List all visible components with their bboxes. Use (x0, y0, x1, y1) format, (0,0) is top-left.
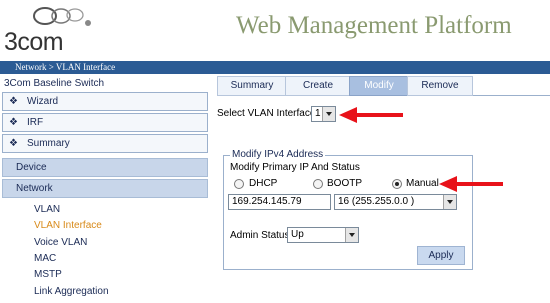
sidebar-item-vlan-interface[interactable]: VLAN Interface (34, 220, 102, 231)
diamond-icon: ❖ (9, 117, 18, 128)
sidebar-item-label: IRF (27, 117, 44, 128)
sidebar-item-summary[interactable]: ❖ Summary (2, 134, 208, 153)
page-title: Web Management Platform (236, 12, 512, 39)
manual-radio[interactable] (392, 179, 402, 189)
sidebar-item-voice-vlan[interactable]: Voice VLAN (34, 237, 87, 248)
chevron-down-icon (345, 228, 358, 242)
sidebar-section-device[interactable]: Device (2, 158, 208, 177)
dhcp-radio[interactable] (234, 179, 244, 189)
subnet-mask-value: 16 (255.255.0.0 ) (338, 196, 415, 207)
sidebar-title: 3Com Baseline Switch (4, 78, 105, 89)
diamond-icon: ❖ (9, 96, 18, 107)
sidebar: 3Com Baseline Switch ❖ Wizard ❖ IRF ❖ Su… (0, 76, 210, 303)
tab-modify[interactable]: Modify (349, 76, 409, 96)
sidebar-item-link-aggregation[interactable]: Link Aggregation (34, 286, 109, 297)
breadcrumb-bar: Network > VLAN Interface (0, 61, 550, 74)
sidebar-item-wizard[interactable]: ❖ Wizard (2, 92, 208, 111)
dhcp-label: DHCP (249, 178, 278, 189)
red-arrow-icon (439, 176, 503, 192)
vlan-interface-value: 1 (315, 108, 321, 119)
diamond-icon: ❖ (9, 138, 18, 149)
tab-summary[interactable]: Summary (217, 76, 287, 96)
sidebar-item-mstp[interactable]: MSTP (34, 269, 62, 280)
sidebar-section-label: Device (16, 162, 47, 173)
header: 3com Web Management Platform (0, 0, 550, 60)
breadcrumb: Network > VLAN Interface (15, 62, 116, 72)
bootp-label: BOOTP (327, 178, 363, 189)
admin-status-select[interactable]: Up (287, 227, 359, 243)
apply-button[interactable]: Apply (417, 246, 465, 265)
sidebar-section-label: Network (16, 183, 53, 194)
sidebar-item-vlan[interactable]: VLAN (34, 204, 60, 215)
ip-address-input[interactable]: 169.254.145.79 (228, 194, 331, 210)
vlan-interface-select[interactable]: 1 (311, 106, 336, 122)
manual-label: Manual (406, 178, 439, 189)
sidebar-item-mac[interactable]: MAC (34, 253, 56, 264)
tab-create[interactable]: Create (285, 76, 351, 96)
sidebar-item-label: Wizard (27, 96, 59, 107)
chevron-down-icon (322, 107, 335, 121)
tab-remove[interactable]: Remove (407, 76, 473, 96)
red-arrow-icon (339, 107, 403, 123)
bootp-radio[interactable] (313, 179, 323, 189)
admin-status-label: Admin Status (230, 230, 290, 241)
subnet-mask-select[interactable]: 16 (255.255.0.0 ) (334, 194, 457, 210)
logo-text: 3com (4, 28, 64, 56)
tab-bar: Summary Create Modify Remove (217, 76, 550, 96)
chevron-down-icon (443, 195, 456, 209)
sidebar-section-network[interactable]: Network (2, 179, 208, 198)
sidebar-item-irf[interactable]: ❖ IRF (2, 113, 208, 132)
sidebar-item-label: Summary (27, 138, 70, 149)
admin-status-value: Up (291, 229, 304, 240)
ipv4-legend: Modify IPv4 Address (230, 149, 326, 160)
primary-ip-label: Modify Primary IP And Status (230, 162, 360, 173)
3com-logo-icon (33, 7, 91, 26)
select-vlan-label: Select VLAN Interface (217, 108, 316, 119)
